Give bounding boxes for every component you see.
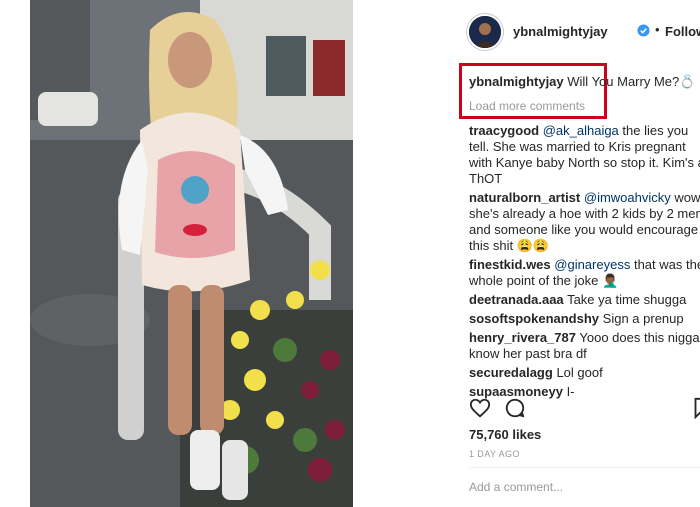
comment-username[interactable]: finestkid.wes <box>469 257 551 272</box>
comment-text: Sign a prenup <box>602 311 684 326</box>
divider <box>469 467 700 468</box>
post-timestamp: 1 DAY AGO <box>469 449 520 459</box>
comment-mention[interactable]: @ak_alhaiga <box>543 123 619 138</box>
avatar[interactable] <box>467 14 503 50</box>
comment-username[interactable]: henry_rivera_787 <box>469 330 576 345</box>
separator-dot: • <box>655 22 660 37</box>
heart-icon[interactable] <box>469 397 491 419</box>
comments-list: traacygood @ak_alhaiga the lies you tell… <box>469 123 700 403</box>
likes-count[interactable]: 75,760 likes <box>469 427 541 442</box>
following-button[interactable]: Following <box>665 24 700 39</box>
action-bar <box>469 395 700 421</box>
comment: henry_rivera_787 Yooo does this nigga kn… <box>469 330 700 362</box>
comment-bubble-icon[interactable] <box>504 397 526 419</box>
comment-mention[interactable]: @ginareyess <box>554 257 630 272</box>
comment-mention[interactable]: @imwoahvicky <box>584 190 671 205</box>
post-photo <box>30 0 353 507</box>
comment-username[interactable]: securedalagg <box>469 365 553 380</box>
caption: ybnalmightyjay Will You Marry Me?💍 <box>469 74 695 90</box>
comment: finestkid.wes @ginareyess that was the w… <box>469 257 700 289</box>
comment: securedalagg Lol goof <box>469 365 700 381</box>
header-username[interactable]: ybnalmightyjay <box>513 24 608 39</box>
comment-username[interactable]: naturalborn_artist <box>469 190 580 205</box>
comment-username[interactable]: deetranada.aaa <box>469 292 564 307</box>
caption-username[interactable]: ybnalmightyjay <box>469 74 564 89</box>
add-comment-input[interactable]: Add a comment... <box>469 480 563 494</box>
load-more-comments[interactable]: Load more comments <box>469 99 585 113</box>
caption-text: Will You Marry Me?💍 <box>567 74 696 89</box>
comment: sosoftspokenandshy Sign a prenup <box>469 311 700 327</box>
comment: deetranada.aaa Take ya time shugga <box>469 292 700 308</box>
comment: traacygood @ak_alhaiga the lies you tell… <box>469 123 700 187</box>
comment: naturalborn_artist @imwoahvicky wow she'… <box>469 190 700 254</box>
bookmark-icon[interactable] <box>694 397 700 419</box>
comment-username[interactable]: traacygood <box>469 123 539 138</box>
comment-username[interactable]: sosoftspokenandshy <box>469 311 599 326</box>
comment-text: Take ya time shugga <box>567 292 687 307</box>
post-header: ybnalmightyjay • Following <box>456 0 700 60</box>
verified-badge-icon <box>637 24 650 37</box>
comment-text: Lol goof <box>556 365 603 380</box>
